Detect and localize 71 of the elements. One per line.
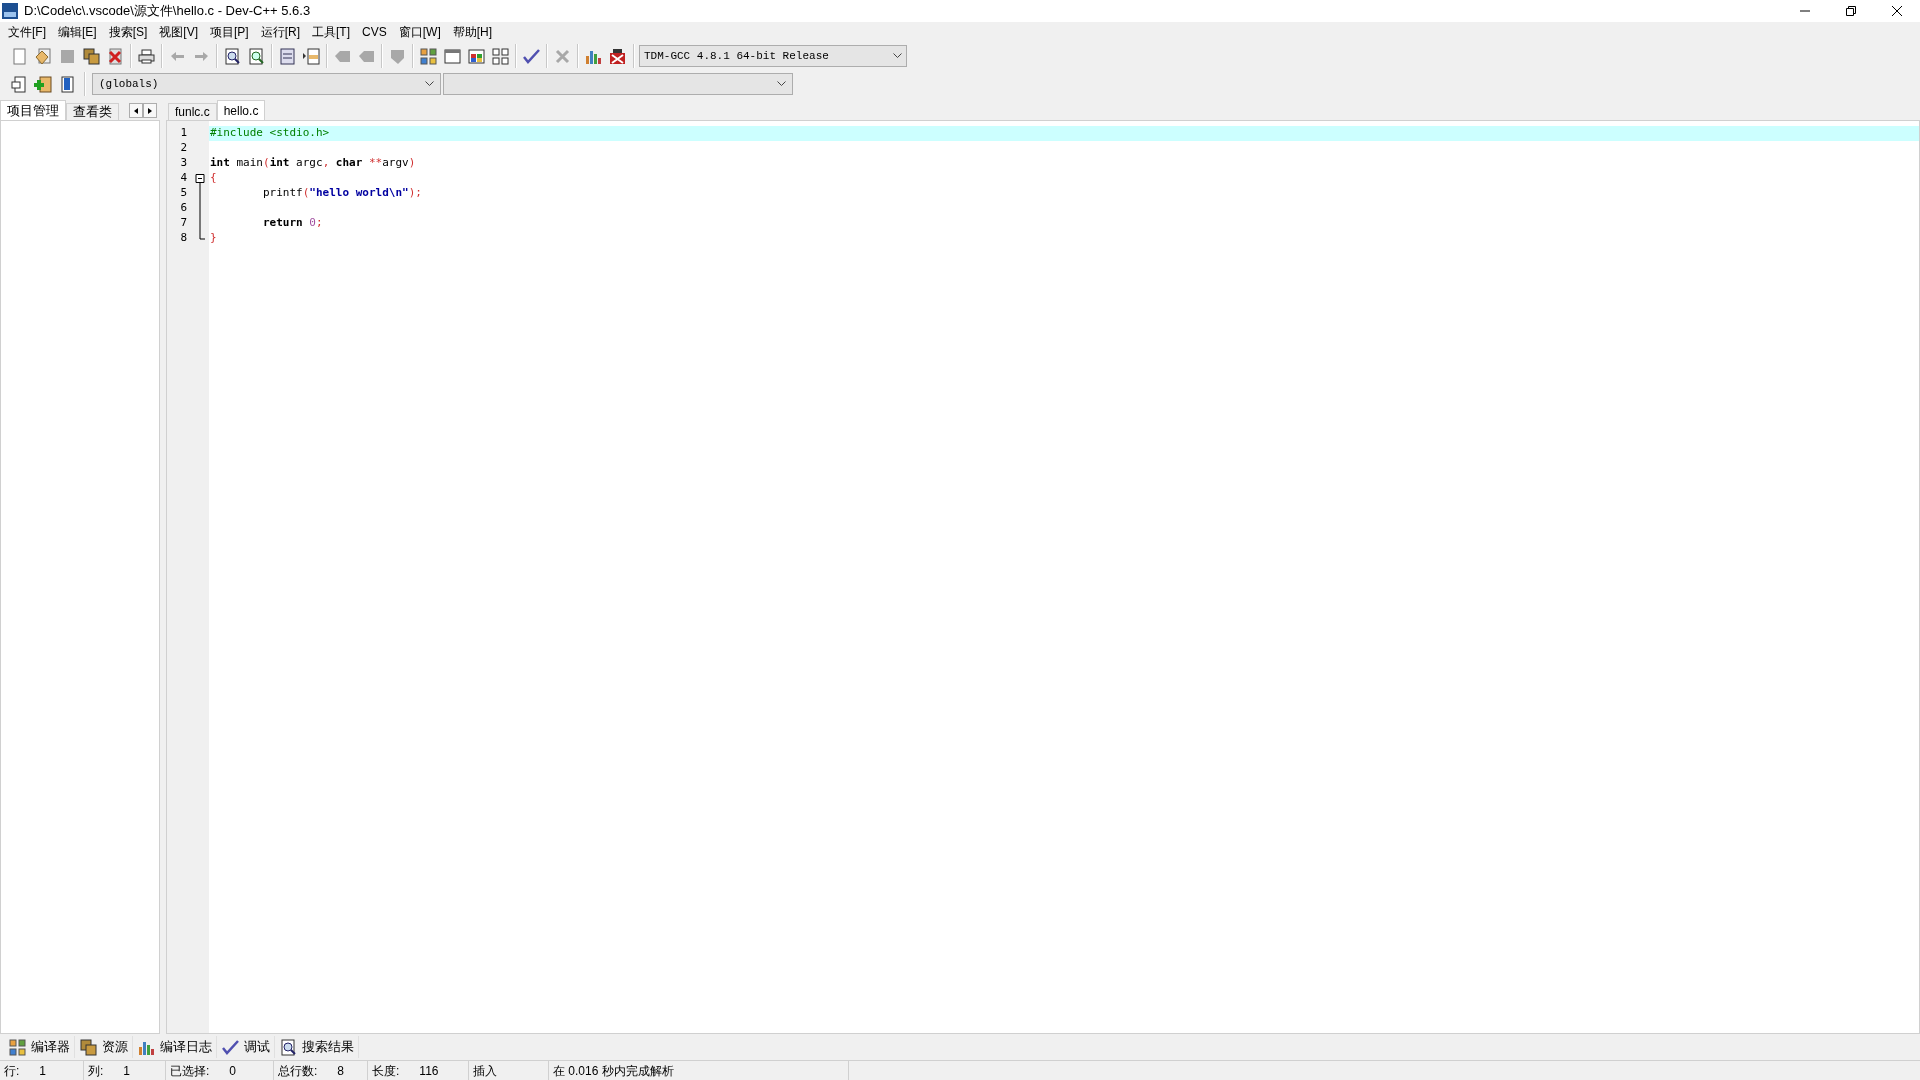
status-label: 长度:	[372, 1062, 400, 1080]
chevron-icon	[893, 53, 902, 59]
new-file-icon	[10, 46, 29, 66]
magnifier-icon	[223, 46, 242, 66]
bottom-panel-tab[interactable]: 调试	[217, 1036, 275, 1058]
line-number: 4	[179, 170, 188, 187]
menu-item[interactable]: 运行[R]	[254, 23, 307, 41]
bottom-panel-tab[interactable]: 编译器	[4, 1036, 75, 1058]
magnifier-icon	[279, 1037, 298, 1057]
file-tab[interactable]: funlc.c	[168, 103, 217, 120]
line-number: 5	[179, 185, 188, 202]
status-label: 总行数:	[278, 1062, 318, 1080]
grid-icon	[419, 46, 438, 66]
scroll-left-button[interactable]	[129, 103, 143, 118]
line-number: 3	[179, 155, 188, 172]
line-number: 1	[179, 125, 188, 142]
bottom-panel-tab[interactable]: 搜索结果	[275, 1036, 359, 1058]
right-arrow-icon	[148, 107, 152, 114]
status-label: 已选择:	[170, 1062, 210, 1080]
collapse-toggle[interactable]	[193, 171, 207, 186]
panel-tab[interactable]: 项目管理	[0, 100, 66, 120]
status-label: 在 0.016 秒内完成解析	[553, 1062, 674, 1080]
code-line: {	[209, 171, 218, 186]
bottom-panel-tab[interactable]: 编译日志	[133, 1036, 217, 1058]
app-icon	[2, 3, 18, 19]
menu-item[interactable]: 工具[T]	[306, 23, 357, 41]
menu-item[interactable]: 编辑[E]	[52, 23, 103, 41]
colored-window-icon	[467, 46, 486, 66]
panel-tab[interactable]: 查看类	[66, 103, 119, 120]
scroll-right-button[interactable]	[143, 103, 157, 118]
status-label: 行:	[4, 1062, 20, 1080]
code-line: return 0;	[261, 216, 324, 231]
menu-item[interactable]: 视图[V]	[153, 23, 204, 41]
menu-item[interactable]: 帮助[H]	[446, 23, 499, 41]
status-value: 8	[337, 1062, 345, 1080]
menu-item[interactable]: 窗口[W]	[392, 23, 447, 41]
chevron-icon	[425, 81, 434, 87]
status-value: 116	[419, 1062, 439, 1080]
compiler-dropdown[interactable]: TDM-GCC 4.8.1 64-bit Release	[639, 45, 907, 67]
code-line: printf("hello world\n");	[261, 186, 423, 201]
status-value: 1	[123, 1062, 131, 1080]
status-label: 列:	[88, 1062, 104, 1080]
grid-icon	[8, 1037, 27, 1057]
menu-item[interactable]: CVS	[356, 23, 393, 41]
printer-icon	[137, 46, 156, 66]
file-tab[interactable]: hello.c	[216, 100, 266, 120]
menu-item[interactable]: 项目[P]	[204, 23, 255, 41]
project-page-icon	[9, 74, 29, 94]
window-title: D:\Code\c\.vscode\源文件\hello.c - Dev-C++ 5.6.3	[24, 2, 311, 21]
line-number: 8	[179, 230, 188, 247]
scope-dropdown[interactable]: (globals)	[92, 73, 441, 95]
status-value: 1	[39, 1062, 47, 1080]
menu-item[interactable]: 文件[F]	[2, 23, 52, 41]
code-line: int main(int argc, char **argv)	[209, 156, 417, 171]
window-icon	[443, 46, 462, 66]
status-label: 插入	[473, 1062, 497, 1080]
close-file-icon	[106, 46, 125, 66]
close-icon	[1892, 6, 1902, 16]
restore-icon	[1846, 6, 1856, 16]
menu-item[interactable]: 搜索[S]	[102, 23, 154, 41]
code-line: }	[209, 231, 218, 246]
status-value: 0	[229, 1062, 237, 1080]
line-number: 7	[179, 215, 188, 232]
line-number: 6	[179, 200, 188, 217]
magnifier-icon	[247, 46, 266, 66]
chevron-icon	[777, 81, 786, 87]
add-file-icon	[33, 74, 53, 94]
bottom-panel-tab[interactable]: 资源	[75, 1036, 133, 1058]
grid-icon	[491, 46, 510, 66]
left-arrow-icon	[134, 107, 138, 114]
line-number: 2	[179, 140, 188, 157]
